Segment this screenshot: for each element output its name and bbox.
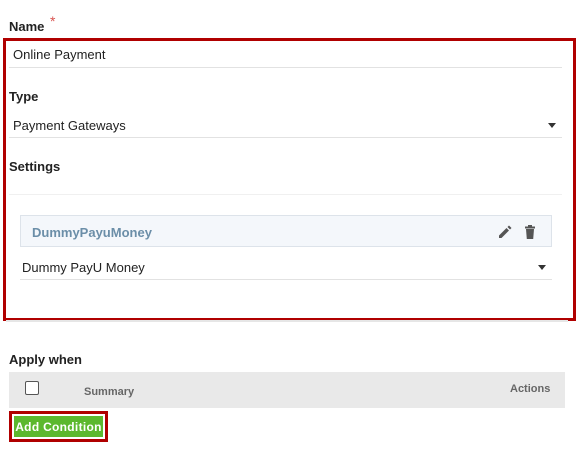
gateway-select[interactable]: Dummy PayU Money <box>20 258 552 278</box>
settings-divider <box>9 194 562 195</box>
apply-when-label: Apply when <box>9 352 82 367</box>
type-label: Type <box>9 89 39 104</box>
actions-column-header: Actions <box>510 383 551 395</box>
type-select-value: Payment Gateways <box>13 118 126 133</box>
chevron-down-icon <box>548 123 556 128</box>
settings-label: Settings <box>9 159 61 174</box>
name-input-underline <box>9 67 562 68</box>
gateway-card: DummyPayuMoney <box>20 215 552 247</box>
required-marker: * <box>50 13 56 29</box>
summary-column-header: Summary <box>84 386 135 398</box>
name-input-value: Online Payment <box>13 47 106 62</box>
name-label-text: Name <box>9 19 45 34</box>
chevron-down-icon <box>538 265 546 270</box>
trash-icon[interactable] <box>522 224 538 240</box>
add-condition-highlight: Add Condition <box>9 411 108 442</box>
add-condition-button[interactable]: Add Condition <box>14 416 103 437</box>
type-select-underline <box>9 137 562 138</box>
pencil-icon[interactable] <box>497 224 513 240</box>
gateway-select-underline <box>20 279 552 280</box>
section-divider <box>6 320 568 322</box>
name-input[interactable]: Online Payment <box>13 47 563 65</box>
conditions-table-header: Summary Actions <box>9 372 565 408</box>
select-all-checkbox[interactable] <box>25 381 39 395</box>
gateway-select-value: Dummy PayU Money <box>22 260 145 275</box>
name-label: Name * <box>9 13 56 34</box>
gateway-title[interactable]: DummyPayuMoney <box>32 225 152 240</box>
type-select[interactable]: Payment Gateways <box>9 116 562 136</box>
